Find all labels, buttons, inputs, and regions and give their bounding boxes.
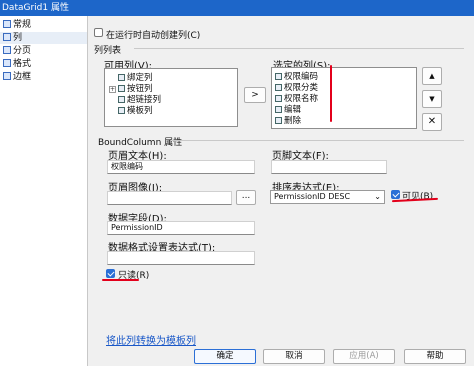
sidebar: 常规 列 分页 格式 边框 — [0, 16, 88, 366]
column-icon — [275, 84, 282, 91]
list-item-label: 删除 — [284, 116, 302, 126]
sidebar-item-columns[interactable]: 列 — [0, 32, 87, 44]
group-divider — [172, 140, 464, 141]
header-text-input[interactable]: 权限编码 — [107, 160, 255, 174]
cancel-button[interactable]: 取消 — [263, 349, 325, 364]
sidebar-item-borders[interactable]: 边框 — [0, 71, 87, 83]
convert-to-template-link[interactable]: 将此列转换为模板列 — [106, 332, 196, 347]
sidebar-item-format[interactable]: 格式 — [0, 58, 87, 70]
delete-column-button[interactable]: ✕ — [422, 113, 442, 131]
footer-text-input[interactable] — [271, 160, 387, 174]
column-icon — [275, 73, 282, 80]
add-column-button[interactable]: > — [244, 87, 266, 103]
paging-icon — [3, 46, 11, 54]
column-icon — [275, 95, 282, 102]
sidebar-item-label: 列 — [13, 33, 23, 43]
columns-icon — [3, 33, 11, 41]
sidebar-item-label: 分页 — [13, 46, 32, 56]
window-title: DataGrid1 属性 — [0, 0, 474, 16]
column-list-group-label: 列列表 — [94, 46, 122, 56]
chevron-down-icon: ⌄ — [374, 192, 381, 201]
column-icon — [118, 107, 125, 114]
column-icon — [275, 106, 282, 113]
expand-plus-icon[interactable]: + — [109, 86, 116, 93]
header-image-input[interactable] — [107, 191, 232, 205]
data-field-input[interactable]: PermissionID — [107, 221, 255, 235]
selected-columns-list[interactable]: 权限编码 权限分类 权限名称 编辑 删除 — [271, 67, 417, 129]
general-icon — [3, 20, 11, 28]
apply-button[interactable]: 应用(A) — [333, 349, 395, 364]
sort-expression-select[interactable]: PermissionID DESC ⌄ — [270, 190, 385, 204]
sidebar-item-label: 边框 — [13, 72, 32, 82]
available-columns-tree[interactable]: 绑定列 + 按钮列 超链接列 模板列 — [104, 68, 238, 127]
readonly-checkbox[interactable] — [106, 269, 115, 278]
visible-checkbox[interactable] — [391, 190, 400, 199]
column-icon — [275, 117, 282, 124]
group-divider — [134, 48, 464, 49]
list-item[interactable]: 删除 — [275, 114, 301, 126]
borders-icon — [3, 72, 11, 80]
column-icon — [118, 96, 125, 103]
auto-generate-checkbox[interactable] — [94, 28, 103, 37]
format-icon — [3, 59, 11, 67]
sidebar-item-label: 格式 — [13, 59, 32, 69]
sidebar-item-general[interactable]: 常规 — [0, 19, 87, 31]
help-button[interactable]: 帮助 — [404, 349, 466, 364]
sidebar-item-paging[interactable]: 分页 — [0, 45, 87, 57]
column-icon — [118, 85, 125, 92]
arrow-up-icon: ▲ — [429, 72, 435, 80]
format-expression-input[interactable] — [107, 251, 255, 265]
tree-item-label: 模板列 — [127, 106, 153, 116]
annotation-underline — [102, 279, 139, 281]
auto-generate-label: 在运行时自动创建列(C) — [106, 31, 201, 41]
ok-button[interactable]: 确定 — [194, 349, 256, 364]
annotation-mark — [330, 65, 332, 122]
tree-item-template-column[interactable]: 模板列 — [109, 104, 153, 116]
close-icon: ✕ — [427, 116, 437, 127]
sort-expression-value: PermissionID DESC — [274, 192, 351, 201]
arrow-down-icon: ▼ — [429, 95, 435, 103]
browse-image-button[interactable]: ... — [236, 190, 256, 205]
column-icon — [118, 74, 125, 81]
move-up-button[interactable]: ▲ — [422, 67, 442, 85]
move-down-button[interactable]: ▼ — [422, 90, 442, 108]
sidebar-item-label: 常规 — [13, 20, 32, 30]
